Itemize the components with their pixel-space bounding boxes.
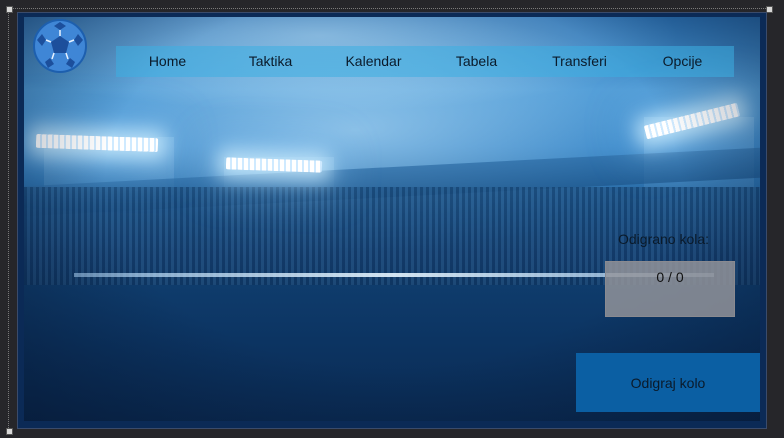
selection-handle[interactable] [6,6,13,13]
nav-item-opcije[interactable]: Opcije [631,46,734,77]
nav-item-home[interactable]: Home [116,46,219,77]
nav-item-tabela[interactable]: Tabela [425,46,528,77]
football-ball-icon [33,19,87,73]
selection-border-top [8,8,768,9]
rounds-played-value: 0 / 0 [605,261,735,317]
nav-item-taktika[interactable]: Taktika [219,46,322,77]
main-navigation-bar: Home Taktika Kalendar Tabela Transferi O… [116,46,734,77]
selection-handle[interactable] [6,428,13,435]
selection-border-left [8,8,9,432]
main-form-window: Home Taktika Kalendar Tabela Transferi O… [17,12,767,429]
play-round-button[interactable]: Odigraj kolo [576,353,760,412]
nav-item-kalendar[interactable]: Kalendar [322,46,425,77]
nav-item-transferi[interactable]: Transferi [528,46,631,77]
designer-surface: Home Taktika Kalendar Tabela Transferi O… [0,0,784,438]
selection-handle[interactable] [766,6,773,13]
rounds-played-label: Odigrano kola: [618,231,710,247]
